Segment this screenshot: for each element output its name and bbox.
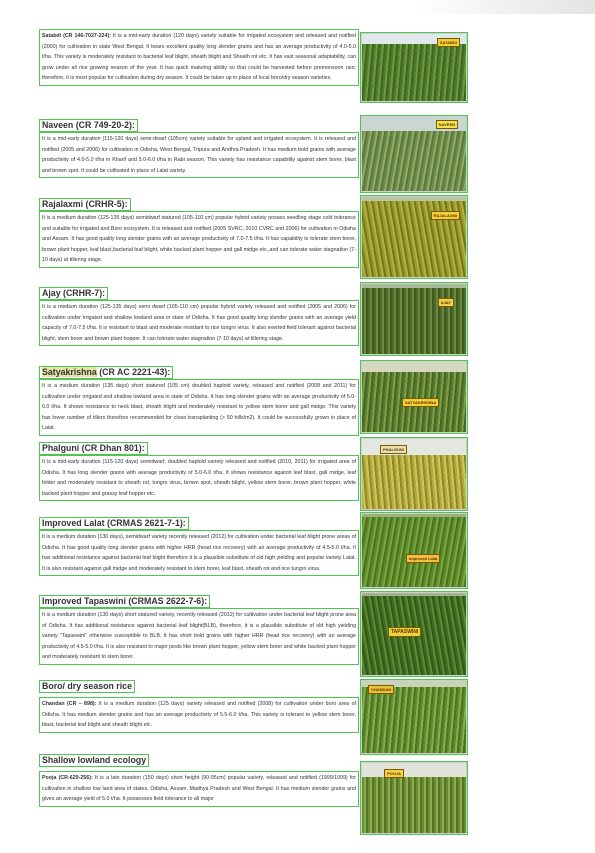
- variety-name: Satabdi (CR 146-7027-224):: [42, 33, 111, 39]
- variety-title: Phalguni (CR Dhan 801):: [39, 442, 148, 455]
- variety-entry-satabdi: Satabdi (CR 146-7027-224): It is a mid-e…: [39, 29, 359, 86]
- section-heading-shallow-lowland: Shallow lowland ecology: [38, 754, 150, 767]
- variety-entry-improved-lalat: Improved Lalat (CRMAS 2621-7-1): It is a…: [39, 513, 359, 577]
- variety-photo-chandan: CHANDAN: [360, 679, 468, 755]
- variety-photo-phalguni: PHALGUNI: [360, 437, 468, 511]
- variety-description: It is a mid-early duration (115-120 days…: [39, 131, 359, 179]
- variety-photo-improved-tapaswini: TAPASWINI: [360, 591, 468, 677]
- variety-description: Pooja (CR-629-256): It is a late duratio…: [39, 771, 359, 807]
- variety-photo-pooja: POOJA: [360, 761, 468, 835]
- variety-entry-satyakrishna: Satyakrishna (CR AC 2221-43): It is a me…: [38, 362, 359, 436]
- variety-photo-ajay: AJAY: [360, 282, 468, 356]
- variety-description: It is a medium duration (130 days), semi…: [39, 529, 359, 577]
- variety-photo-satabdi: SATABDI: [360, 32, 468, 103]
- variety-entry-rajalaxmi: Rajalaxmi (CRHR-5): It is a medium durat…: [39, 194, 359, 268]
- variety-signboard: TAPASWINI: [388, 627, 422, 637]
- variety-photo-satyakrishna: SATYAKRISHNA: [360, 360, 468, 434]
- variety-description: It is a medium duration (135 days) short…: [39, 379, 359, 436]
- variety-signboard: Improved Lalat: [406, 554, 441, 563]
- variety-signboard: RAJALAXMI: [430, 211, 460, 220]
- variety-title: Naveen (CR 749-20-2):: [39, 119, 138, 132]
- variety-title: Rajalaxmi (CRHR-5):: [39, 198, 131, 211]
- variety-title-highlight: Satyakrishna: [42, 367, 97, 377]
- variety-title: Improved Lalat (CRMAS 2621-7-1):: [39, 517, 189, 530]
- variety-signboard: POOJA: [384, 769, 405, 778]
- variety-name: Chandan (CR – 898):: [42, 701, 97, 707]
- page-corner-shadow: [415, 0, 595, 14]
- variety-name: Pooja (CR-629-256):: [42, 775, 93, 781]
- variety-title: Improved Tapaswini (CRMAS 2622-7-6):: [38, 595, 211, 608]
- variety-entry-chandan: Chandan (CR – 898): It is a medium durat…: [39, 697, 359, 733]
- variety-signboard: AJAY: [437, 298, 454, 307]
- variety-signboard: PHALGUNI: [380, 445, 407, 454]
- variety-title: Ajay (CRHR-7):: [38, 287, 109, 300]
- variety-text: It is a mid-early duration (120 days) va…: [42, 33, 356, 82]
- variety-title-code: (CR AC 2221-43):: [96, 367, 171, 377]
- variety-signboard: SATYAKRISHNA: [402, 398, 440, 407]
- variety-description: It is a medium duration (125-135 days) s…: [39, 211, 359, 268]
- variety-photo-rajalaxmi: RAJALAXMI: [360, 195, 468, 279]
- variety-description: Satabdi (CR 146-7027-224): It is a mid-e…: [39, 29, 359, 86]
- variety-signboard: CHANDAN: [368, 685, 395, 694]
- section-heading-boro: Boro/ dry season rice: [39, 680, 135, 693]
- variety-description: It is a medium duration (130 days) short…: [39, 608, 359, 665]
- variety-title: Satyakrishna (CR AC 2221-43):: [38, 366, 174, 379]
- variety-entry-ajay: Ajay (CRHR-7): It is a medium duration (…: [38, 283, 359, 347]
- variety-entry-pooja: Pooja (CR-629-256): It is a late duratio…: [39, 771, 359, 807]
- variety-description: It is a medium duration (125-135 days) s…: [39, 299, 359, 347]
- variety-signboard: NAVEEN: [435, 120, 458, 129]
- variety-entry-phalguni: Phalguni (CR Dhan 801): It is a mid-earl…: [39, 438, 359, 502]
- variety-description: It is a mid-early duration (115-120 days…: [39, 454, 359, 502]
- variety-photo-naveen: NAVEEN: [360, 115, 468, 193]
- variety-signboard: SATABDI: [436, 38, 460, 47]
- variety-photo-improved-lalat: Improved Lalat: [360, 512, 468, 589]
- variety-entry-improved-tapaswini: Improved Tapaswini (CRMAS 2622-7-6): It …: [38, 591, 359, 665]
- variety-description: Chandan (CR – 898): It is a medium durat…: [39, 697, 359, 733]
- variety-entry-naveen: Naveen (CR 749-20-2): It is a mid-early …: [39, 115, 359, 179]
